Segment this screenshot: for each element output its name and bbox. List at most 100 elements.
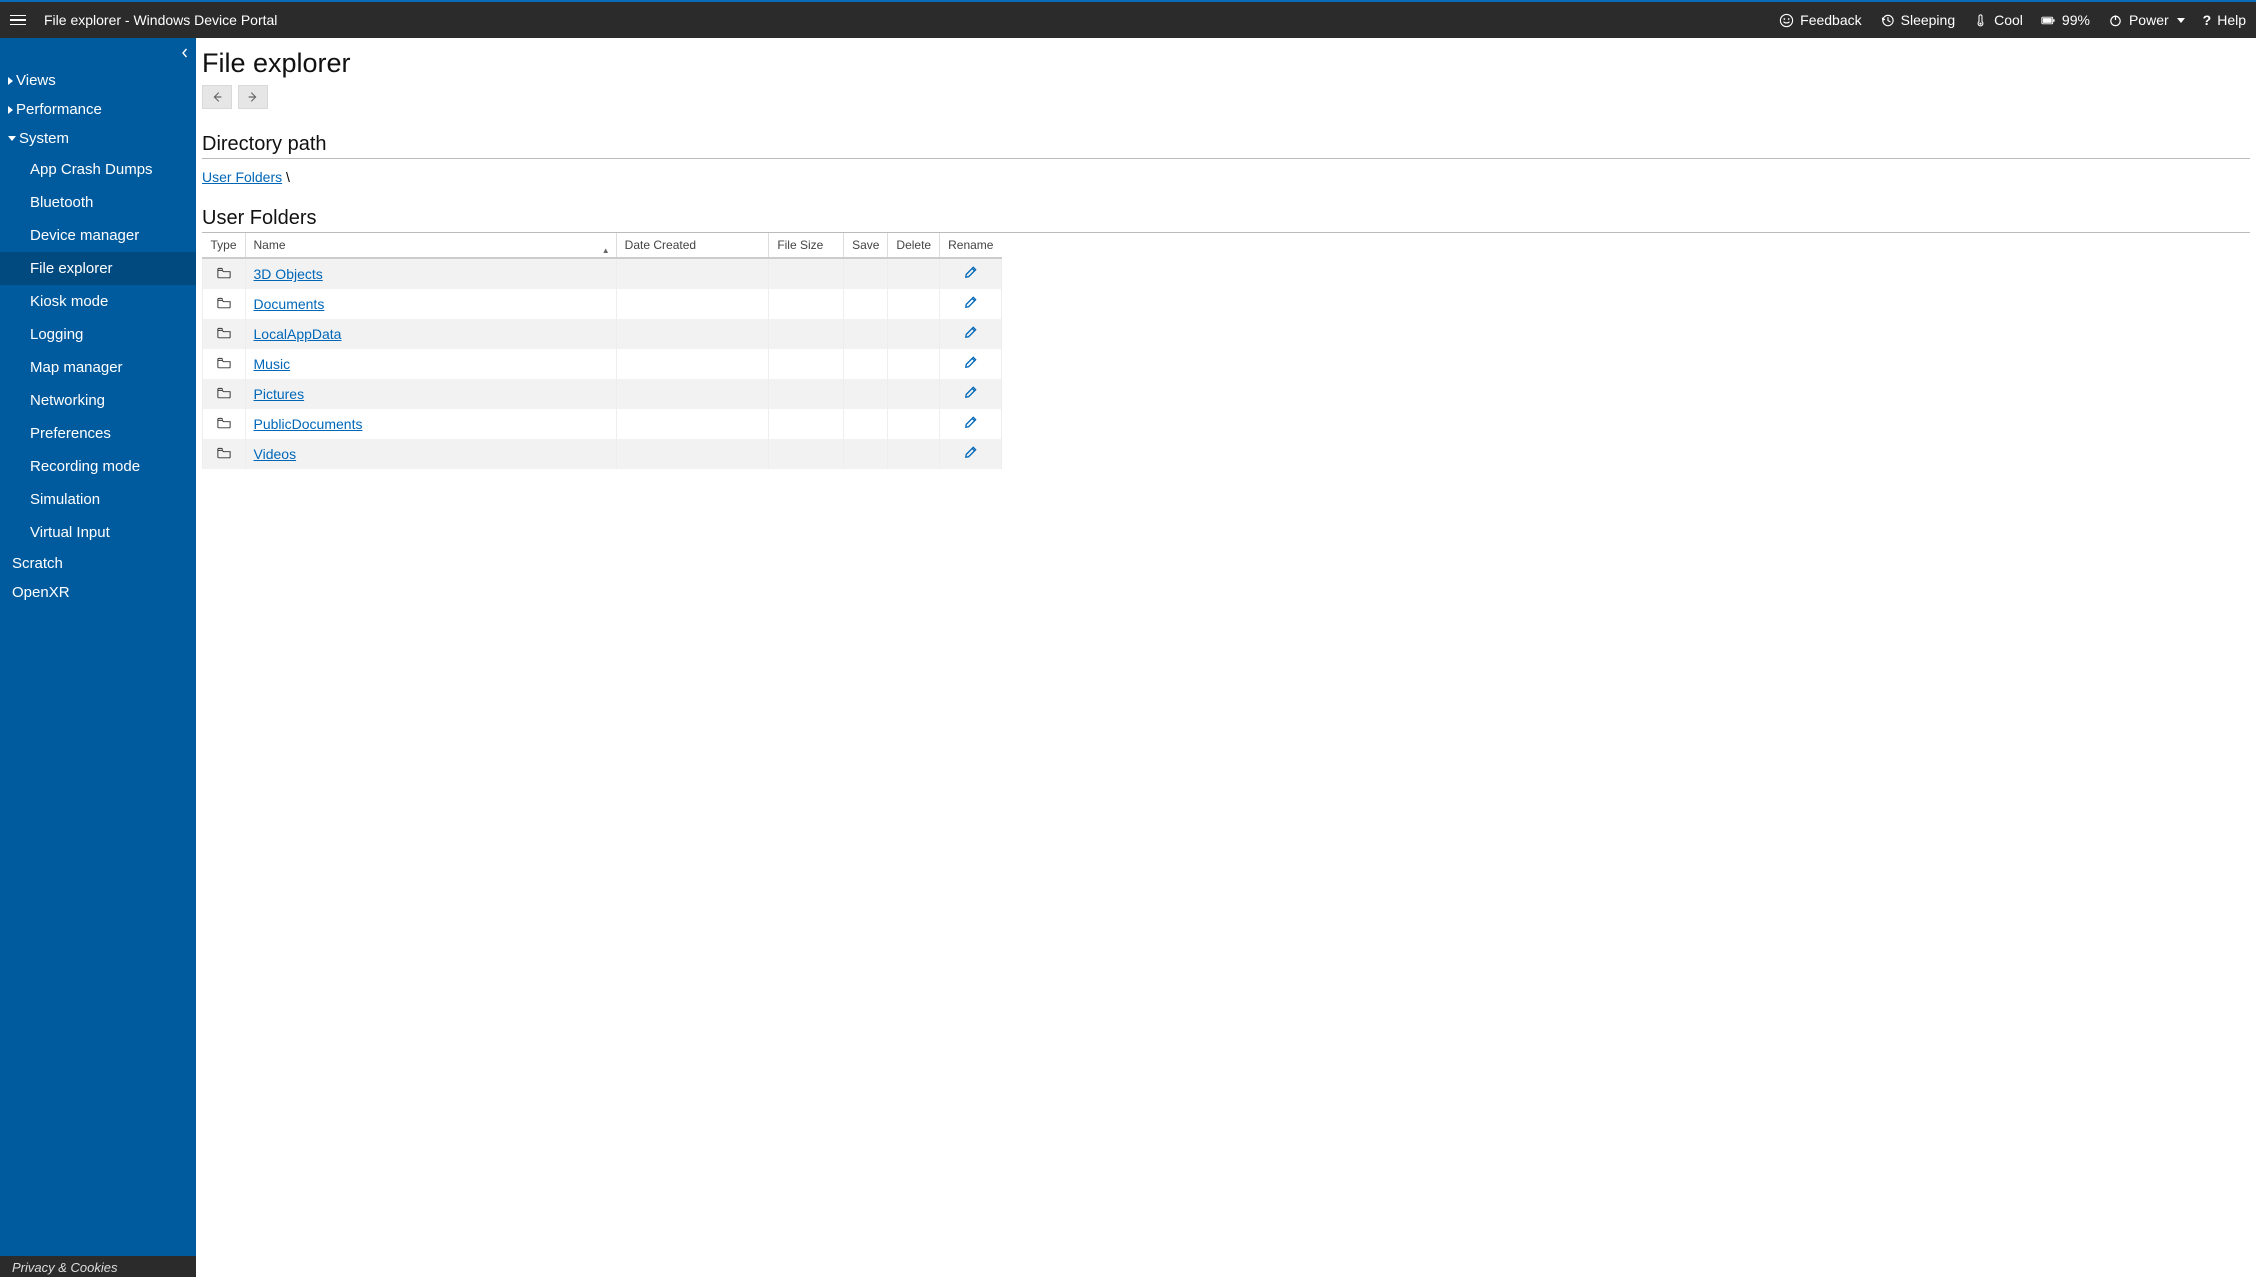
power-menu[interactable]: Power [2108, 12, 2185, 28]
thermometer-icon [1973, 13, 1988, 28]
table-row: Pictures [203, 379, 1002, 409]
delete-cell [888, 409, 940, 439]
size-cell [769, 439, 844, 469]
breadcrumb: User Folders \ [202, 169, 2250, 185]
type-cell [203, 319, 246, 349]
rename-cell[interactable] [940, 289, 1002, 319]
battery-status[interactable]: 99% [2041, 12, 2090, 28]
breadcrumb-root-link[interactable]: User Folders [202, 169, 282, 185]
chevron-down-icon [2177, 18, 2185, 23]
nav-forward-button[interactable] [238, 85, 268, 109]
sidebar-collapse-icon[interactable] [180, 46, 190, 61]
feedback-button[interactable]: Feedback [1779, 12, 1861, 28]
rename-cell[interactable] [940, 319, 1002, 349]
nav-group-performance[interactable]: Performance [0, 95, 196, 124]
col-size[interactable]: File Size [769, 233, 844, 258]
folder-link[interactable]: Pictures [254, 386, 305, 402]
folder-link[interactable]: 3D Objects [254, 266, 323, 282]
battery-icon [2041, 13, 2056, 28]
folder-icon [217, 417, 231, 429]
save-cell [844, 439, 888, 469]
col-delete[interactable]: Delete [888, 233, 940, 258]
date-cell [616, 319, 769, 349]
help-button[interactable]: ? Help [2203, 12, 2246, 28]
sidebar-item-app-crash-dumps[interactable]: App Crash Dumps [0, 153, 196, 186]
date-cell [616, 349, 769, 379]
rename-cell[interactable] [940, 409, 1002, 439]
nav-group-label: System [19, 130, 69, 147]
sidebar: Views Performance System App Crash DumpsBlu… [0, 38, 196, 1277]
col-type[interactable]: Type [203, 233, 246, 258]
col-save[interactable]: Save [844, 233, 888, 258]
name-cell: LocalAppData [245, 319, 616, 349]
sidebar-item-recording-mode[interactable]: Recording mode [0, 450, 196, 483]
sleeping-label: Sleeping [1901, 12, 1956, 28]
sidebar-item-simulation[interactable]: Simulation [0, 483, 196, 516]
delete-cell [888, 439, 940, 469]
folder-icon [217, 267, 231, 279]
sidebar-item-file-explorer[interactable]: File explorer [0, 252, 196, 285]
topbar: File explorer - Windows Device Portal Fe… [0, 0, 2256, 38]
rename-cell[interactable] [940, 439, 1002, 469]
sidebar-item-logging[interactable]: Logging [0, 318, 196, 351]
save-cell [844, 289, 888, 319]
date-cell [616, 289, 769, 319]
size-cell [769, 289, 844, 319]
menu-icon[interactable] [10, 9, 32, 31]
sidebar-item-openxr[interactable]: OpenXR [0, 578, 196, 607]
type-cell [203, 258, 246, 289]
privacy-link[interactable]: Privacy & Cookies [0, 1256, 196, 1277]
type-cell [203, 439, 246, 469]
folder-link[interactable]: Videos [254, 446, 297, 462]
folder-link[interactable]: Music [254, 356, 291, 372]
chevron-down-icon [8, 136, 16, 141]
chevron-right-icon [8, 77, 13, 85]
name-cell: PublicDocuments [245, 409, 616, 439]
folder-link[interactable]: Documents [254, 296, 325, 312]
folder-link[interactable]: PublicDocuments [254, 416, 363, 432]
sidebar-item-kiosk-mode[interactable]: Kiosk mode [0, 285, 196, 318]
date-cell [616, 379, 769, 409]
table-row: Videos [203, 439, 1002, 469]
name-cell: Music [245, 349, 616, 379]
sidebar-item-scratch[interactable]: Scratch [0, 549, 196, 578]
pencil-icon [963, 415, 978, 430]
sleeping-status[interactable]: Sleeping [1880, 12, 1956, 28]
power-label: Power [2129, 12, 2169, 28]
rename-cell[interactable] [940, 349, 1002, 379]
nav-group-system[interactable]: System [0, 124, 196, 153]
folder-icon [217, 327, 231, 339]
table-row: PublicDocuments [203, 409, 1002, 439]
col-name[interactable]: Name▲ [245, 233, 616, 258]
col-rename[interactable]: Rename [940, 233, 1002, 258]
name-cell: Pictures [245, 379, 616, 409]
nav-group-label: Performance [16, 101, 102, 118]
rename-cell[interactable] [940, 258, 1002, 289]
history-icon [1880, 13, 1895, 28]
sidebar-item-preferences[interactable]: Preferences [0, 417, 196, 450]
pencil-icon [963, 355, 978, 370]
nav-group-label: Views [16, 72, 56, 89]
sidebar-item-device-manager[interactable]: Device manager [0, 219, 196, 252]
sidebar-item-bluetooth[interactable]: Bluetooth [0, 186, 196, 219]
smiley-icon [1779, 13, 1794, 28]
breadcrumb-separator: \ [286, 169, 290, 185]
nav-group-views[interactable]: Views [0, 66, 196, 95]
type-cell [203, 409, 246, 439]
cool-label: Cool [1994, 12, 2023, 28]
rename-cell[interactable] [940, 379, 1002, 409]
temperature-status[interactable]: Cool [1973, 12, 2023, 28]
delete-cell [888, 349, 940, 379]
col-date[interactable]: Date Created [616, 233, 769, 258]
type-cell [203, 289, 246, 319]
folder-icon [217, 297, 231, 309]
folder-link[interactable]: LocalAppData [254, 326, 342, 342]
nav-back-button[interactable] [202, 85, 232, 109]
delete-cell [888, 379, 940, 409]
delete-cell [888, 289, 940, 319]
sidebar-item-virtual-input[interactable]: Virtual Input [0, 516, 196, 549]
type-cell [203, 349, 246, 379]
name-cell: 3D Objects [245, 258, 616, 289]
sidebar-item-networking[interactable]: Networking [0, 384, 196, 417]
sidebar-item-map-manager[interactable]: Map manager [0, 351, 196, 384]
